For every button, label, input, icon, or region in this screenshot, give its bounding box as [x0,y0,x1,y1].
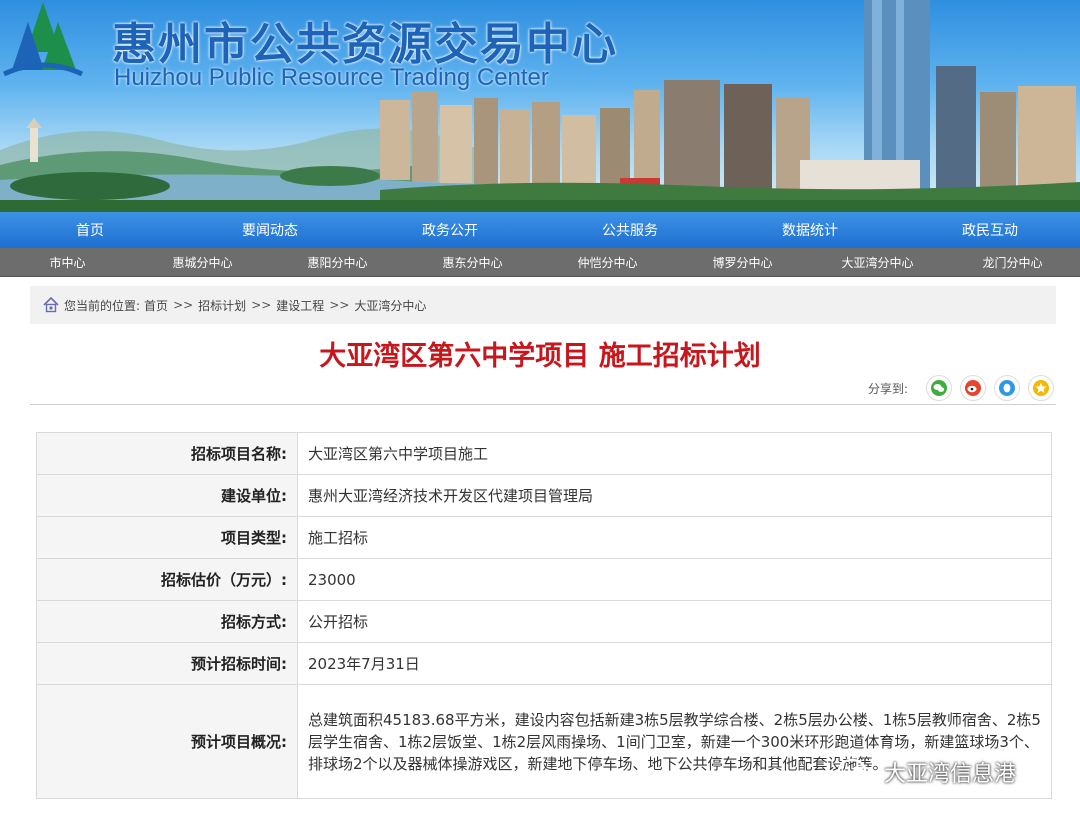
logo-icon [2,2,84,77]
branch-huidong[interactable]: 惠东分中心 [405,254,540,271]
page-title: 大亚湾区第六中学项目 施工招标计划 [319,341,761,372]
site-title-english: Huizhou Public Resource Trading Center [114,64,549,91]
nav-public-service[interactable]: 公共服务 [540,220,720,240]
main-nav: 首页 要闻动态 政务公开 公共服务 数据统计 政民互动 [0,212,1080,248]
site-title: 惠州市公共资源交易中心 [112,19,618,70]
breadcrumb-home[interactable]: 首页 [144,297,168,314]
branch-nav: 市中心 惠城分中心 惠阳分中心 惠东分中心 仲恺分中心 博罗分中心 大亚湾分中心… [0,248,1080,277]
field-label: 预计项目概况: [36,684,298,799]
watermark-text: 大亚湾信息港 [884,762,1017,787]
bid-info-table: 招标项目名称: 大亚湾区第六中学项目施工 建设单位: 惠州大亚湾经济技术开发区代… [36,432,1052,799]
table-row: 项目类型: 施工招标 [36,516,1052,559]
field-value: 公开招标 [297,600,1052,643]
wechat-watermark-icon [837,758,876,786]
field-label: 招标估价（万元）: [36,558,298,601]
branch-zhongkai[interactable]: 仲恺分中心 [540,254,675,271]
branch-dayawan[interactable]: 大亚湾分中心 [810,254,945,271]
breadcrumb: 您当前的位置: 首页 >> 招标计划 >> 建设工程 >> 大亚湾分中心 [30,286,1056,324]
nav-news[interactable]: 要闻动态 [180,220,360,240]
share-label: 分享到: [867,381,908,396]
branch-huicheng[interactable]: 惠城分中心 [135,254,270,271]
branch-longmen[interactable]: 龙门分中心 [945,254,1080,271]
title-divider [30,404,1056,405]
field-value: 大亚湾区第六中学项目施工 [297,432,1052,475]
nav-statistics[interactable]: 数据统计 [720,220,900,240]
breadcrumb-separator: >> [251,298,272,312]
field-value: 惠州大亚湾经济技术开发区代建项目管理局 [297,474,1052,517]
field-label: 招标方式: [36,600,298,643]
field-label: 建设单位: [36,474,298,517]
qq-icon[interactable] [994,375,1020,401]
nav-home[interactable]: 首页 [0,220,180,240]
wechat-icon[interactable] [926,375,952,401]
nav-government-affairs[interactable]: 政务公开 [360,220,540,240]
watermark: 大亚湾信息港 [836,756,1016,788]
branch-huiyang[interactable]: 惠阳分中心 [270,254,405,271]
table-row: 预计招标时间: 2023年7月31日 [36,642,1052,685]
weibo-icon[interactable] [960,375,986,401]
breadcrumb-bid-plan[interactable]: 招标计划 [198,297,246,314]
field-label: 预计招标时间: [36,642,298,685]
breadcrumb-separator: >> [329,298,350,312]
table-row: 招标项目名称: 大亚湾区第六中学项目施工 [36,432,1052,475]
share-bar: 分享到: [868,375,1054,401]
header-banner: 惠州市公共资源交易中心 Huizhou Public Resource Trad… [0,0,1080,212]
table-row: 建设单位: 惠州大亚湾经济技术开发区代建项目管理局 [36,474,1052,517]
breadcrumb-construction[interactable]: 建设工程 [276,297,324,314]
branch-city-center[interactable]: 市中心 [0,254,135,271]
qzone-icon[interactable] [1028,375,1054,401]
field-label: 项目类型: [36,516,298,559]
home-icon [43,296,59,313]
table-row: 招标方式: 公开招标 [36,600,1052,643]
breadcrumb-label: 您当前的位置: [64,298,141,313]
field-label: 招标项目名称: [36,432,298,475]
field-value: 23000 [297,558,1052,601]
table-row: 招标估价（万元）: 23000 [36,558,1052,601]
breadcrumb-separator: >> [173,298,194,312]
nav-interaction[interactable]: 政民互动 [900,220,1080,240]
branch-boluo[interactable]: 博罗分中心 [675,254,810,271]
field-value: 2023年7月31日 [297,642,1052,685]
field-value: 施工招标 [297,516,1052,559]
breadcrumb-dayawan[interactable]: 大亚湾分中心 [354,297,426,314]
